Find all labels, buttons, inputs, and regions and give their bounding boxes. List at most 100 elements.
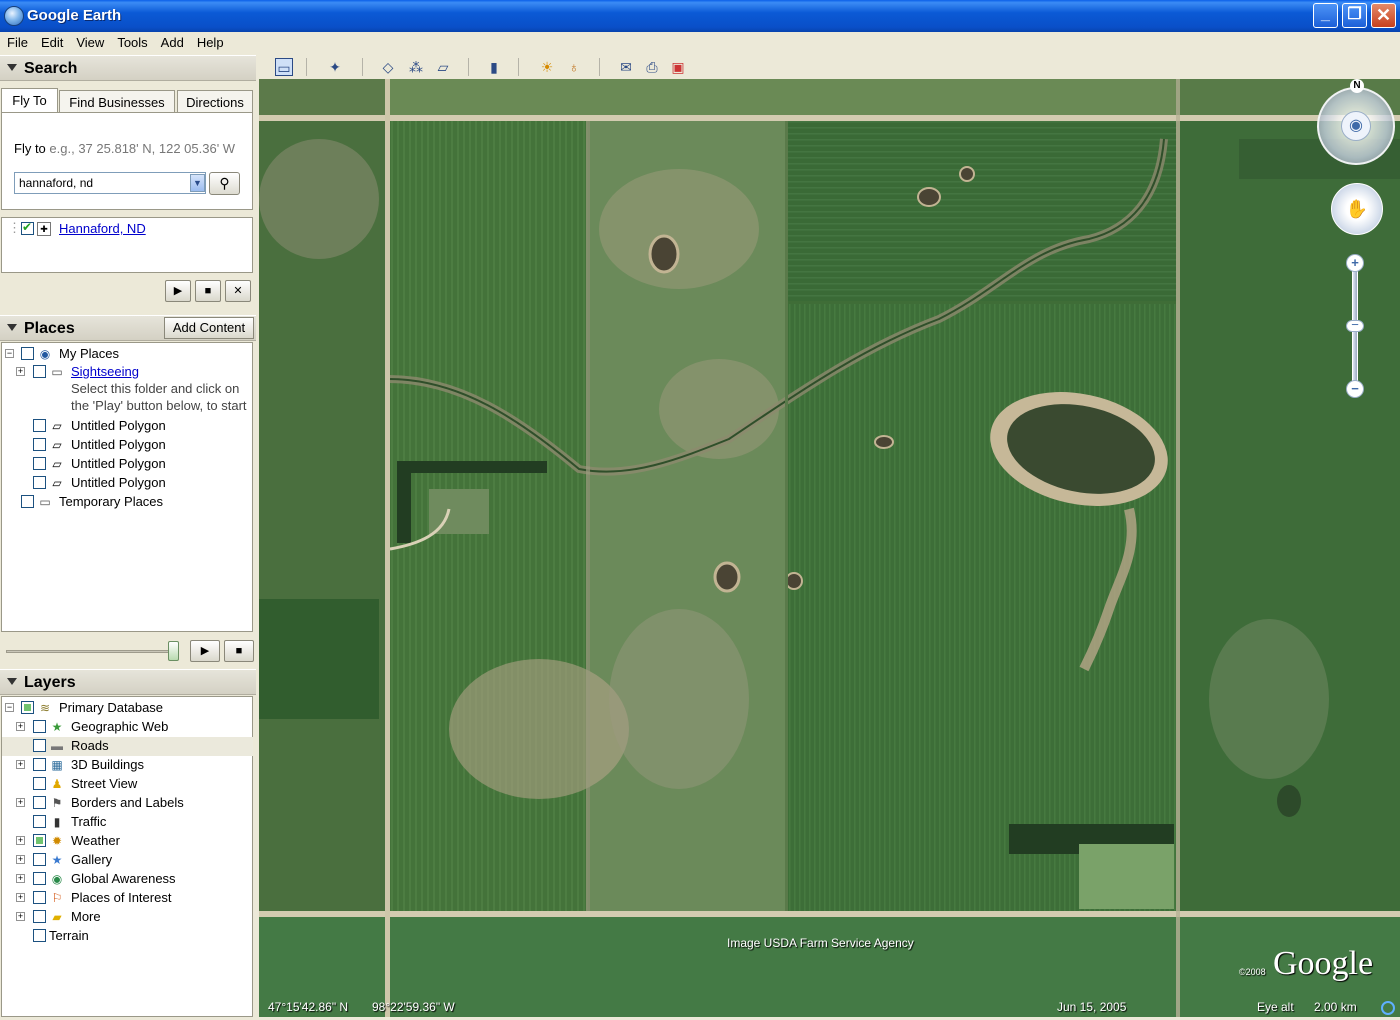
- list-item-checkbox[interactable]: [33, 365, 46, 378]
- polygon-icon[interactable]: ◇: [379, 58, 397, 76]
- play-button[interactable]: ▶: [165, 280, 191, 302]
- sidebar-icon[interactable]: ▭: [275, 58, 293, 76]
- zoom-thumb[interactable]: −: [1346, 318, 1364, 332]
- zoom-slider[interactable]: + − −: [1346, 254, 1364, 398]
- tour-speed-slider[interactable]: [168, 641, 179, 661]
- list-item-checkbox[interactable]: [21, 347, 34, 360]
- list-item-checkbox[interactable]: [33, 853, 46, 866]
- result-checkbox[interactable]: [21, 220, 34, 235]
- tab-fly-to[interactable]: Fly To: [1, 88, 58, 113]
- menu-edit[interactable]: Edit: [34, 32, 69, 50]
- collapse-icon[interactable]: −: [5, 349, 14, 358]
- email-icon[interactable]: ✉: [617, 58, 635, 76]
- collapse-triangle-icon[interactable]: [7, 324, 17, 331]
- list-item-checkbox[interactable]: [33, 419, 46, 432]
- menu-tools[interactable]: Tools: [110, 32, 153, 50]
- star-icon: ★: [51, 853, 63, 867]
- tour-play-button[interactable]: ▶: [190, 640, 220, 662]
- layers-panel-header[interactable]: Layers: [0, 669, 256, 695]
- print-icon[interactable]: ⎙: [643, 58, 661, 76]
- menu-add[interactable]: Add: [154, 32, 190, 50]
- list-item-checkbox[interactable]: [33, 457, 46, 470]
- list-item-checkbox[interactable]: [33, 834, 46, 847]
- list-item[interactable]: ▬ Roads: [2, 737, 253, 756]
- note-icon: ▰: [52, 910, 62, 924]
- expand-icon[interactable]: +: [16, 760, 25, 769]
- path-icon[interactable]: ⁂: [407, 58, 425, 76]
- star-icon: ★: [51, 720, 63, 734]
- list-item-checkbox[interactable]: [33, 872, 46, 885]
- search-panel-header[interactable]: Search: [0, 55, 256, 81]
- list-item-checkbox[interactable]: [33, 758, 46, 771]
- menu-bar: File Edit View Tools Add Help: [0, 32, 1400, 54]
- list-item-checkbox[interactable]: [21, 701, 34, 714]
- sun-icon: ✹: [51, 834, 63, 848]
- list-item-checkbox[interactable]: [33, 438, 46, 451]
- polygon-icon: ▱: [52, 419, 62, 433]
- search-button[interactable]: ⚲: [209, 172, 240, 195]
- collapse-icon[interactable]: −: [5, 703, 14, 712]
- result-link[interactable]: Hannaford, ND: [59, 221, 146, 236]
- expand-icon[interactable]: +: [16, 798, 25, 807]
- chevron-down-icon[interactable]: ▼: [190, 174, 205, 192]
- zoom-out-icon[interactable]: −: [1346, 380, 1364, 398]
- maps-icon[interactable]: ▣: [669, 58, 687, 76]
- tour-stop-button[interactable]: ■: [224, 640, 254, 662]
- expand-icon[interactable]: +: [16, 893, 25, 902]
- list-item[interactable]: ⋮ ✚ Hannaford, ND: [2, 220, 252, 239]
- streaming-indicator-icon: [1381, 1001, 1395, 1015]
- list-item-checkbox[interactable]: [33, 891, 46, 904]
- tab-directions[interactable]: Directions: [177, 90, 253, 113]
- collapse-triangle-icon[interactable]: [7, 678, 17, 685]
- move-joystick-hand-icon[interactable]: ✋: [1331, 183, 1383, 235]
- fly-to-input[interactable]: hannaford, nd: [14, 172, 206, 194]
- stop-button[interactable]: ■: [195, 280, 221, 302]
- list-item-checkbox[interactable]: [33, 910, 46, 923]
- placemark-icon[interactable]: ✦: [326, 58, 344, 76]
- maximize-button[interactable]: ❐: [1342, 3, 1367, 28]
- expand-icon[interactable]: +: [16, 912, 25, 921]
- add-content-button[interactable]: Add Content: [164, 317, 254, 339]
- list-item-label: More: [71, 909, 101, 924]
- list-item-checkbox[interactable]: [33, 777, 46, 790]
- menu-file[interactable]: File: [0, 32, 34, 50]
- collapse-triangle-icon[interactable]: [7, 64, 17, 71]
- close-button[interactable]: ✕: [1371, 3, 1396, 28]
- list-item-checkbox[interactable]: [33, 739, 46, 752]
- minimize-button[interactable]: _: [1313, 3, 1338, 28]
- eye-icon[interactable]: ◉: [1341, 111, 1371, 141]
- ruler-icon[interactable]: ▮: [485, 58, 503, 76]
- planet-icon[interactable]: ♁: [565, 58, 583, 76]
- places-panel-header[interactable]: Places Add Content: [0, 315, 256, 341]
- list-item-checkbox[interactable]: [33, 796, 46, 809]
- menu-view[interactable]: View: [69, 32, 110, 50]
- list-item-checkbox[interactable]: [21, 495, 34, 508]
- list-item-label: the 'Play' button below, to start: [71, 398, 247, 413]
- list-item-checkbox[interactable]: [33, 815, 46, 828]
- list-item-label: Terrain: [49, 928, 89, 943]
- eye-alt-value: 2.00 km: [1314, 1000, 1357, 1014]
- satellite-imagery: [259, 79, 1400, 1017]
- overlay-icon[interactable]: ▱: [434, 58, 452, 76]
- list-item-checkbox[interactable]: [33, 476, 46, 489]
- folder-icon: ▭: [39, 495, 51, 509]
- google-logo: Google: [1273, 945, 1374, 982]
- sun-icon[interactable]: ☀: [538, 58, 556, 76]
- copyright-text: ©2008: [1239, 967, 1266, 977]
- list-item-checkbox[interactable]: [33, 929, 46, 942]
- expand-icon[interactable]: +: [16, 722, 25, 731]
- imagery-credit: Image USDA Farm Service Agency: [727, 936, 914, 950]
- zoom-in-icon[interactable]: +: [1346, 254, 1364, 272]
- tab-find-businesses[interactable]: Find Businesses: [59, 90, 175, 113]
- expand-icon[interactable]: +: [16, 855, 25, 864]
- map-view[interactable]: N ◉ ✋ + − − Image USDA Farm Service Agen…: [259, 79, 1400, 1017]
- compass-north[interactable]: N: [1350, 79, 1364, 93]
- look-joystick[interactable]: N ◉: [1317, 79, 1395, 165]
- expand-icon[interactable]: +: [16, 367, 25, 376]
- clear-button[interactable]: ✕: [225, 280, 251, 302]
- menu-help[interactable]: Help: [190, 32, 230, 50]
- list-item-label[interactable]: Sightseeing: [71, 364, 139, 379]
- list-item-checkbox[interactable]: [33, 720, 46, 733]
- expand-icon[interactable]: +: [16, 874, 25, 883]
- expand-icon[interactable]: +: [16, 836, 25, 845]
